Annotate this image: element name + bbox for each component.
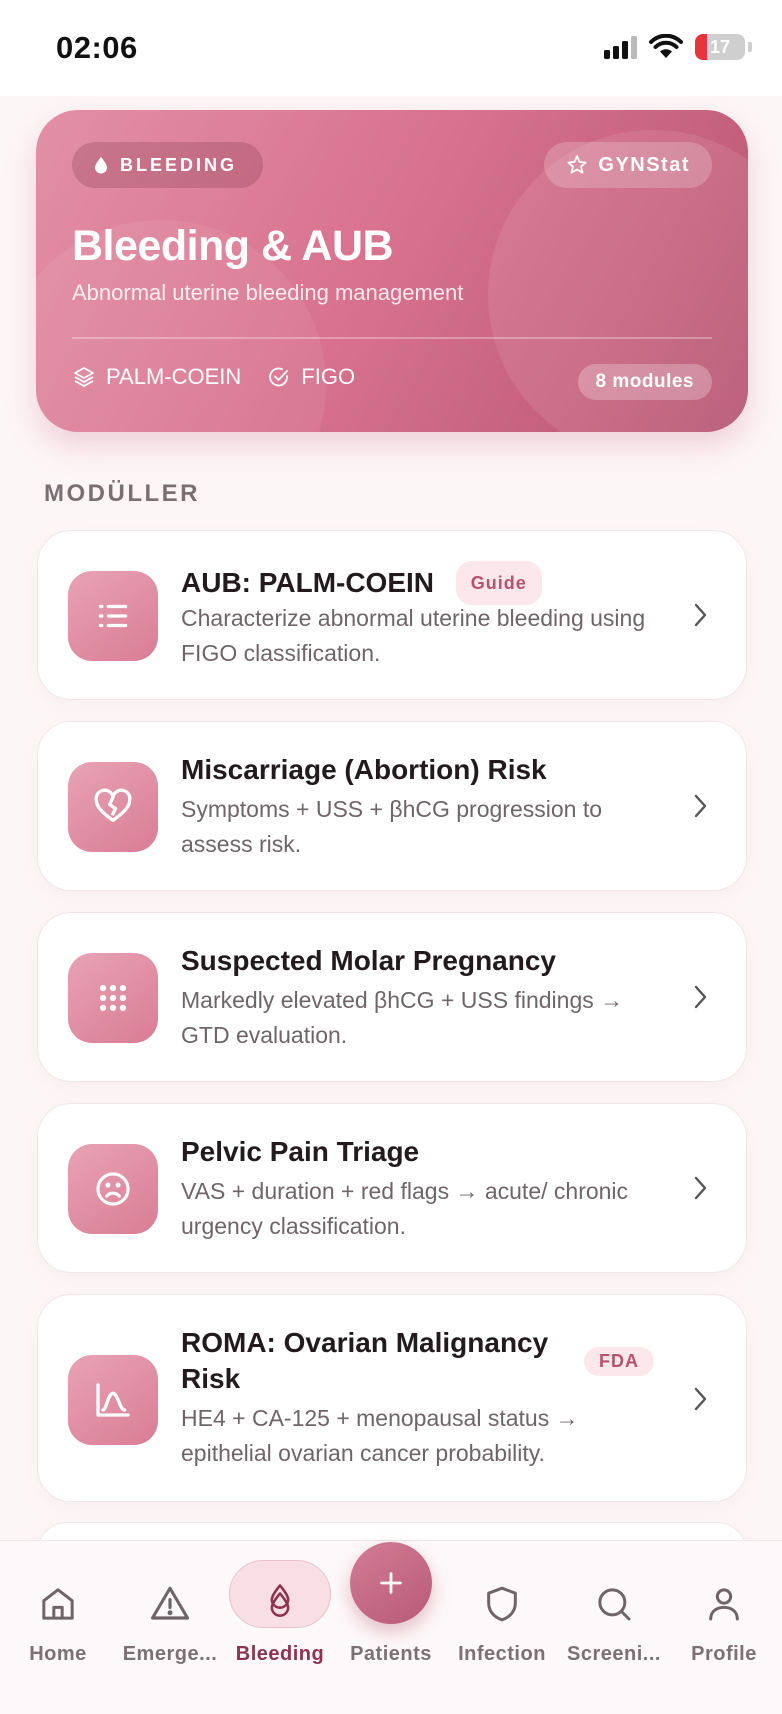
module-card-aub-palm-coein[interactable]: AUB: PALM-COEIN Guide Characterize abnor… [37,530,747,700]
page-title: Bleeding & AUB [72,222,394,270]
status-time: 02:06 [56,30,138,65]
battery-icon: 17 [695,34,745,60]
bell-curve-icon [68,1355,158,1445]
tab-profile[interactable]: Profile [668,1579,780,1666]
category-hero-card: BLEEDING GYNStat Bleeding & AUB Abnormal… [36,110,748,432]
brand-badge: GYNStat [544,142,712,188]
module-description: Symptoms + USS + βhCG progression to ass… [181,796,603,857]
tab-emergency[interactable]: Emerge... [114,1579,226,1666]
modules-count-badge: 8 modules [577,364,712,400]
search-icon [598,1588,631,1621]
tab-label: Emerge... [122,1643,218,1665]
section-label: MODÜLLER [44,480,200,507]
tab-screening[interactable]: Screeni... [558,1579,670,1666]
module-card-miscarriage-risk[interactable]: Miscarriage (Abortion) Risk Symptoms + U… [37,721,747,891]
module-title: Miscarriage (Abortion) Risk [181,754,547,785]
page-subtitle: Abnormal uterine bleeding management [72,280,464,305]
module-card-molar-pregnancy[interactable]: Suspected Molar Pregnancy Markedly eleva… [37,912,747,1082]
grid-dots-icon [68,953,158,1043]
module-description: VAS + duration + red flags → acute/ chro… [181,1178,629,1239]
warning-icon [150,1586,190,1620]
category-badge: BLEEDING [72,142,264,188]
home-icon [42,1588,74,1620]
cellular-signal-icon [604,35,637,59]
chevron-right-icon [694,603,707,627]
wifi-icon [649,34,683,58]
drop-icon [95,157,107,174]
module-title: ROMA: Ovarian Malignancy Risk [181,1327,549,1394]
tab-label: Screeni... [567,1643,661,1665]
shield-icon [487,1586,517,1622]
hero-divider [72,337,712,339]
tab-infection[interactable]: Infection [446,1579,558,1666]
broken-heart-icon [68,762,158,852]
tab-label: Patients [350,1643,432,1665]
layers-icon [74,367,94,387]
module-description: Markedly elevated βhCG + USS findings → … [181,987,624,1048]
tab-label: Home [29,1643,87,1665]
tag-palm-coein: PALM-COEIN [72,364,241,390]
chevron-right-icon [694,1176,707,1200]
list-icon [68,571,158,661]
plus-icon [380,1572,402,1594]
tab-label: Infection [458,1643,546,1665]
module-title: AUB: PALM-COEIN Guide [181,561,542,605]
module-title: Suspected Molar Pregnancy [181,945,557,976]
category-badge-label: BLEEDING [120,154,238,175]
guide-badge: Guide [455,561,542,605]
status-bar: 02:06 17 [0,0,782,96]
module-description: Characterize abnormal uterine bleeding u… [181,605,646,666]
brand-label: GYNStat [598,153,690,176]
drop-icon [270,1592,290,1617]
star-icon [567,155,587,174]
chevron-right-icon [694,985,707,1009]
tag-label: FIGO [301,364,356,389]
status-icons: 17 [604,34,752,60]
battery-level: 17 [709,36,731,57]
add-patient-button[interactable] [350,1542,432,1624]
hero-tags: PALM-COEIN FIGO [72,364,355,390]
fda-badge: FDA [584,1347,654,1376]
sad-face-icon [68,1144,158,1234]
tab-home[interactable]: Home [2,1579,114,1666]
person-icon [709,1588,739,1621]
module-title: Pelvic Pain Triage [181,1136,420,1167]
tab-label: Bleeding [235,1643,325,1665]
module-card-roma[interactable]: ROMA: Ovarian Malignancy Risk FDA HE4 + … [37,1294,747,1502]
check-circle-icon [269,367,289,387]
tab-label: Profile [691,1643,757,1665]
tag-figo: FIGO [267,364,355,390]
tag-label: PALM-COEIN [106,364,242,389]
chevron-right-icon [694,1387,707,1411]
chevron-right-icon [694,794,707,818]
module-card-pelvic-pain-triage[interactable]: Pelvic Pain Triage VAS + duration + red … [37,1103,747,1273]
module-description: HE4 + CA-125 + menopausal status → epith… [181,1405,579,1466]
